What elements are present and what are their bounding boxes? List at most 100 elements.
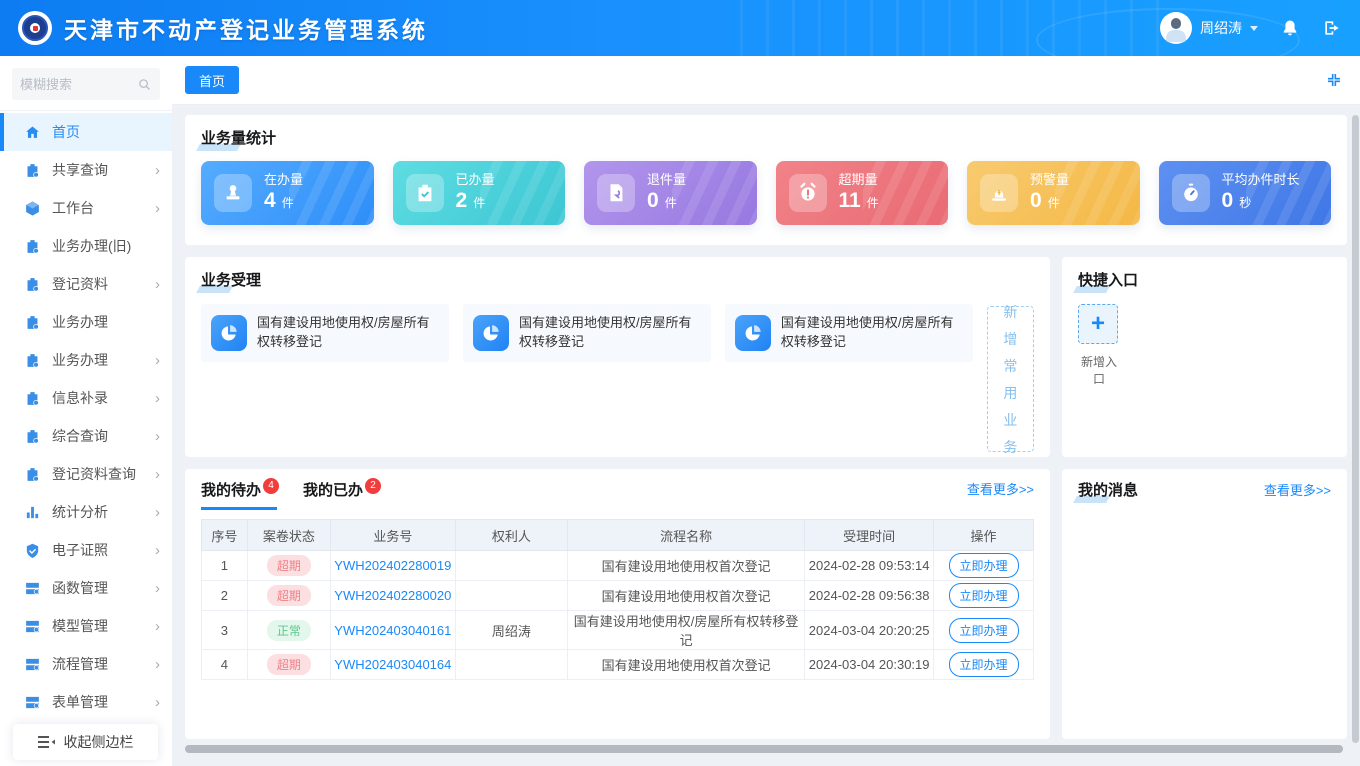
todo-tab-badge: 2 [365,478,381,494]
sidebar-item-15[interactable]: 表单管理› [0,683,172,721]
stat-card-1[interactable]: 已办量2件 [393,161,566,225]
stopwatch-icon [1172,174,1210,212]
table-header: 受理时间 [805,520,934,551]
stats-panel: 业务量统计 在办量4件已办量2件退件量0件超期量11件预警量0件平均办件时长0秒 [185,115,1347,245]
search-input[interactable] [20,77,137,92]
bell-icon[interactable] [1280,18,1300,38]
chevron-right-icon: › [155,543,160,558]
sidebar: 首页共享查询›工作台›业务办理(旧)登记资料›业务办理业务办理›信息补录›综合查… [0,56,172,766]
table-row: 2超期YWH202402280020国有建设用地使用权首次登记2024-02-2… [202,581,1034,611]
handle-now-button[interactable]: 立即办理 [949,618,1019,643]
sidebar-item-label: 业务办理(旧) [52,236,131,256]
acceptance-title: 业务受理 [201,269,261,290]
sidebar-item-label: 表单管理 [52,692,108,712]
table-row: 3正常YWH202403040161周绍涛国有建设用地使用权/房屋所有权转移登记… [202,611,1034,650]
messages-more-link[interactable]: 查看更多>> [1264,480,1331,499]
sidebar-item-label: 综合查询 [52,426,108,446]
acceptance-card-0[interactable]: 国有建设用地使用权/房屋所有权转移登记 [201,304,449,362]
stat-card-0[interactable]: 在办量4件 [201,161,374,225]
sidebar-item-1[interactable]: 共享查询› [0,151,172,189]
sidebar-item-label: 流程管理 [52,654,108,674]
sidebar-item-7[interactable]: 信息补录 › [0,379,172,417]
cell-flow: 国有建设用地使用权首次登记 [568,581,805,611]
user-menu[interactable]: 周绍涛 [1160,12,1258,44]
collapse-tabs-icon[interactable] [1326,72,1342,88]
stat-unit: 件 [665,196,677,210]
business-number-link[interactable]: YWH202403040161 [334,623,451,638]
stat-card-2[interactable]: 退件量0件 [584,161,757,225]
business-number-link[interactable]: YWH202402280020 [334,588,451,603]
stat-value: 0件 [1030,188,1069,214]
home-icon [24,124,41,141]
stat-value: 0件 [647,188,686,214]
status-badge: 超期 [267,585,311,606]
sidebar-item-14[interactable]: 流程管理› [0,645,172,683]
stat-card-4[interactable]: 预警量0件 [967,161,1140,225]
chevron-down-icon [1250,26,1258,31]
sidebar-search[interactable] [12,68,160,100]
clipboard-icon [24,238,41,255]
sidebar-item-11[interactable]: 电子证照› [0,531,172,569]
stat-value: 4件 [264,188,303,214]
todo-panel: 我的待办4 我的已办2 查看更多>> 序号案卷状态业务号权利人流程名称受理时间操作 … [185,469,1050,739]
handle-now-button[interactable]: 立即办理 [949,583,1019,608]
acceptance-card-label: 国有建设用地使用权/房屋所有权转移登记 [257,314,439,352]
stat-card-3[interactable]: 超期量11件 [776,161,949,225]
table-header: 案卷状态 [247,520,330,551]
clipboard-icon [24,352,41,369]
business-number-link[interactable]: YWH202402280019 [334,558,451,573]
todo-more-link[interactable]: 查看更多>> [967,479,1034,498]
sidebar-item-8[interactable]: 综合查询› [0,417,172,455]
acceptance-card-1[interactable]: 国有建设用地使用权/房屋所有权转移登记 [463,304,711,362]
siren-icon [980,174,1018,212]
sidebar-item-5[interactable]: 业务办理 [0,303,172,341]
sidebar-item-6[interactable]: 业务办理› [0,341,172,379]
stat-unit: 件 [867,196,879,210]
business-number-link[interactable]: YWH202403040164 [334,657,451,672]
handle-now-button[interactable]: 立即办理 [949,652,1019,677]
tab-home[interactable]: 首页 [185,66,239,94]
chevron-right-icon: › [155,391,160,406]
sidebar-item-12[interactable]: 函数管理› [0,569,172,607]
acceptance-card-2[interactable]: 国有建设用地使用权/房屋所有权转移登记 [725,304,973,362]
stat-label: 超期量 [839,172,879,188]
todo-table: 序号案卷状态业务号权利人流程名称受理时间操作 1超期YWH20240228001… [201,519,1034,680]
sidebar-item-9[interactable]: 登记资料查询› [0,455,172,493]
cell-holder [455,551,567,581]
sidebar-item-label: 模型管理 [52,616,108,636]
vertical-scrollbar[interactable] [1352,115,1359,743]
chevron-right-icon: › [155,505,160,520]
add-common-business-button[interactable]: 新增常用业务 [987,306,1034,452]
server-icon [24,580,41,597]
todo-tab-badge: 4 [263,478,279,494]
logout-icon[interactable] [1322,18,1342,38]
avatar[interactable] [1160,12,1192,44]
sidebar-item-3[interactable]: 业务办理(旧) [0,227,172,265]
collapse-sidebar-button[interactable]: 收起侧边栏 [13,724,158,760]
handle-now-button[interactable]: 立即办理 [949,553,1019,578]
sidebar-item-10[interactable]: 统计分析› [0,493,172,531]
chevron-right-icon: › [155,581,160,596]
server-icon [24,618,41,635]
acceptance-card-label: 国有建设用地使用权/房屋所有权转移登记 [519,314,701,352]
todo-tab-0[interactable]: 我的待办4 [201,479,277,510]
stat-card-5[interactable]: 平均办件时长0秒 [1159,161,1332,225]
alarm-clock-icon [789,174,827,212]
sidebar-item-4[interactable]: 登记资料› [0,265,172,303]
sidebar-item-13[interactable]: 模型管理› [0,607,172,645]
stat-label: 平均办件时长 [1222,172,1300,188]
status-badge: 正常 [267,620,311,641]
sidebar-item-2[interactable]: 工作台› [0,189,172,227]
sidebar-item-0[interactable]: 首页 [0,113,172,151]
server-icon [24,694,41,711]
sidebar-item-label: 登记资料查询 [52,464,136,484]
todo-tab-1[interactable]: 我的已办2 [303,479,379,510]
stat-label: 退件量 [647,172,686,188]
sidebar-item-label: 信息补录 [52,388,108,408]
collapse-icon [38,735,55,749]
horizontal-scrollbar[interactable] [185,745,1347,753]
sidebar-item-label: 登记资料 [52,274,108,294]
cell-holder [455,581,567,611]
add-entry-button[interactable]: + [1078,304,1118,344]
acceptance-panel: 业务受理 国有建设用地使用权/房屋所有权转移登记国有建设用地使用权/房屋所有权转… [185,257,1050,457]
